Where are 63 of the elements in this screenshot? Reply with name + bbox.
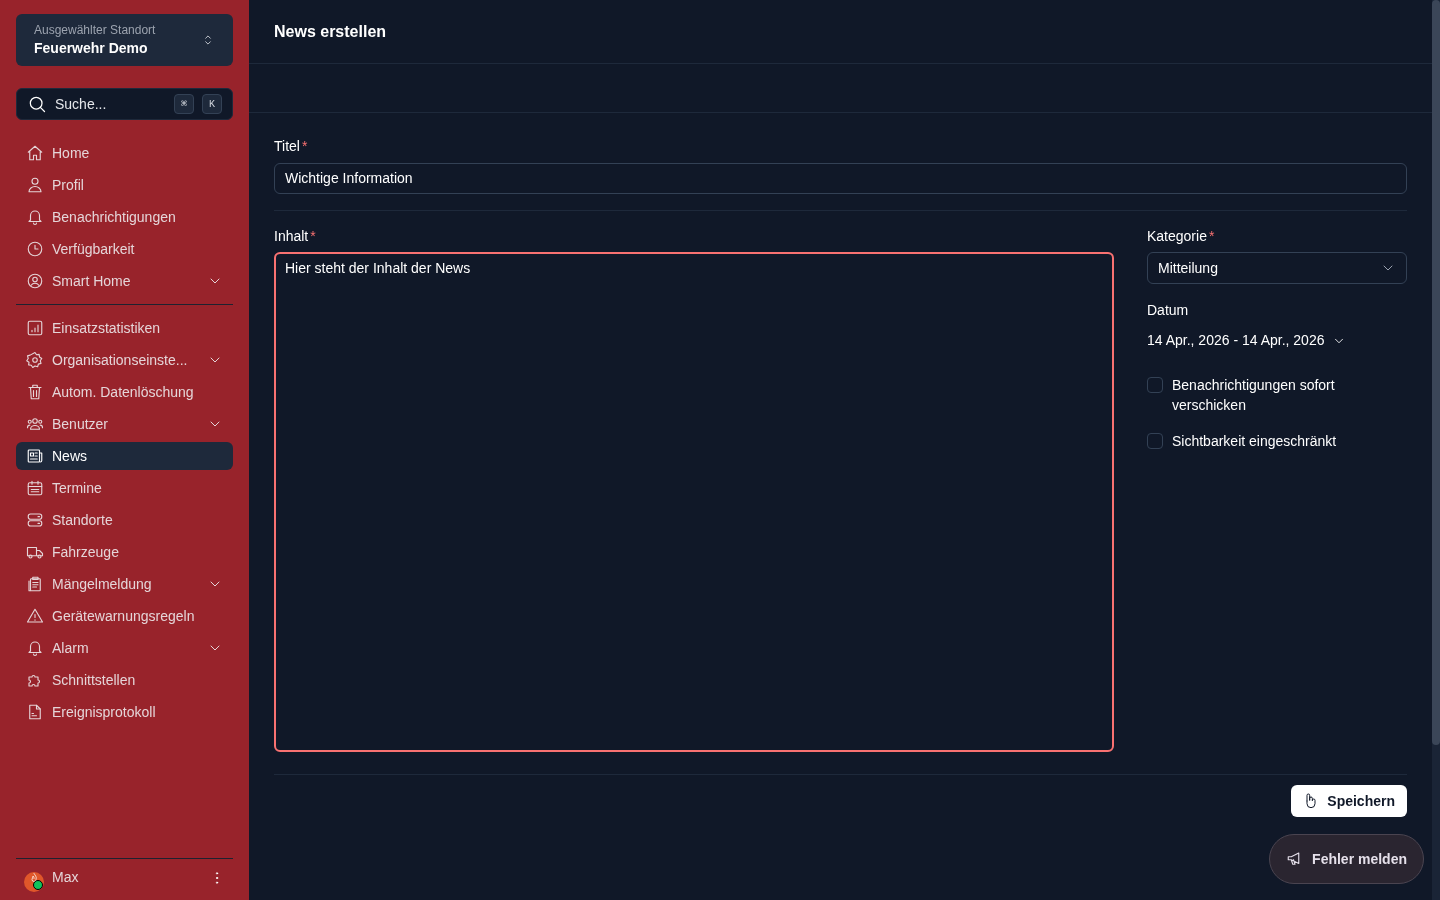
user-name: Max	[52, 868, 79, 887]
clipboard-icon	[26, 575, 44, 593]
checkbox-label: Benachrichtigungen sofort verschicken	[1172, 376, 1336, 415]
bar-chart-icon	[26, 319, 44, 337]
sidebar-item[interactable]: Home	[16, 139, 233, 167]
sidebar-item[interactable]: Benachrichtigungen	[16, 203, 233, 231]
sidebar-item[interactable]: Smart Home	[16, 267, 233, 295]
required-asterisk: *	[301, 136, 308, 156]
sidebar-item[interactable]: Autom. Datenlöschung	[16, 378, 233, 406]
location-name: Feuerwehr Demo	[34, 39, 149, 58]
sidebar-item[interactable]: Mängelmeldung	[16, 570, 233, 598]
required-asterisk: *	[310, 226, 316, 246]
location-label: Ausgewählter Standort	[34, 22, 156, 38]
document-icon	[26, 703, 44, 721]
keyboard-key: ⌘	[174, 94, 194, 114]
user-circle-icon	[26, 272, 44, 290]
search-field[interactable]: Suche... ⌘ K	[16, 88, 233, 120]
search-input[interactable]: Suche...	[55, 93, 166, 115]
date-range-picker[interactable]: 14 Apr., 2026 - 14 Apr., 2026	[1147, 330, 1347, 351]
user-icon	[26, 176, 44, 194]
server-icon	[26, 511, 44, 529]
sidebar-item[interactable]: Fahrzeuge	[16, 538, 233, 566]
bell-icon	[26, 208, 44, 226]
trash-icon	[26, 383, 44, 401]
bell-icon	[26, 639, 44, 657]
clock-icon	[26, 240, 44, 258]
calendar-icon	[26, 479, 44, 497]
sidebar-item[interactable]: Standorte	[16, 506, 233, 534]
sidebar-item[interactable]: Profil	[16, 171, 233, 199]
required-asterisk: *	[1208, 226, 1215, 246]
search-icon	[27, 94, 47, 114]
users-icon	[26, 415, 44, 433]
category-label: Kategorie	[1147, 226, 1207, 246]
save-button[interactable]: Speichern	[1291, 785, 1407, 817]
gear-icon	[26, 351, 44, 369]
page-title: News erstellen	[274, 21, 387, 42]
content-label: Inhalt	[274, 226, 309, 246]
category-select[interactable]: Mitteilung	[1147, 252, 1407, 284]
newspaper-icon	[26, 447, 44, 465]
sidebar-item[interactable]: Termine	[16, 474, 233, 502]
checkbox-label: Sichtbarkeit eingeschränkt	[1172, 432, 1337, 451]
sidebar-item[interactable]: Schnittstellen	[16, 666, 233, 694]
title-input[interactable]: Wichtige Information	[274, 163, 1407, 194]
checkbox[interactable]	[1147, 433, 1163, 449]
checkbox[interactable]	[1147, 377, 1163, 393]
sidebar-item[interactable]: Einsatzstatistiken	[16, 314, 233, 342]
sidebar-item[interactable]: Ereignisprotokoll	[16, 698, 233, 726]
report-error-button[interactable]: Fehler melden	[1269, 834, 1424, 884]
sidebar-item[interactable]: Benutzer	[16, 410, 233, 438]
home-icon	[26, 144, 44, 162]
sidebar-item[interactable]: News	[16, 442, 233, 470]
sidebar-item[interactable]: Verfügbarkeit	[16, 235, 233, 263]
sidebar-item[interactable]: Gerätewarnungsregeln	[16, 602, 233, 630]
keyboard-key: K	[202, 94, 222, 114]
content-textarea[interactable]: Hier steht der Inhalt der News	[274, 252, 1114, 752]
warning-icon	[26, 607, 44, 625]
scrollbar[interactable]	[1432, 0, 1440, 900]
flame-icon	[28, 871, 40, 884]
sidebar-item[interactable]: Organisationseinste...	[16, 346, 233, 374]
sidebar-item[interactable]: Alarm	[16, 634, 233, 662]
title-label: Titel	[274, 136, 300, 156]
date-label: Datum	[1147, 301, 1190, 318]
location-switcher[interactable]: Ausgewählter Standort Feuerwehr Demo	[16, 14, 233, 66]
